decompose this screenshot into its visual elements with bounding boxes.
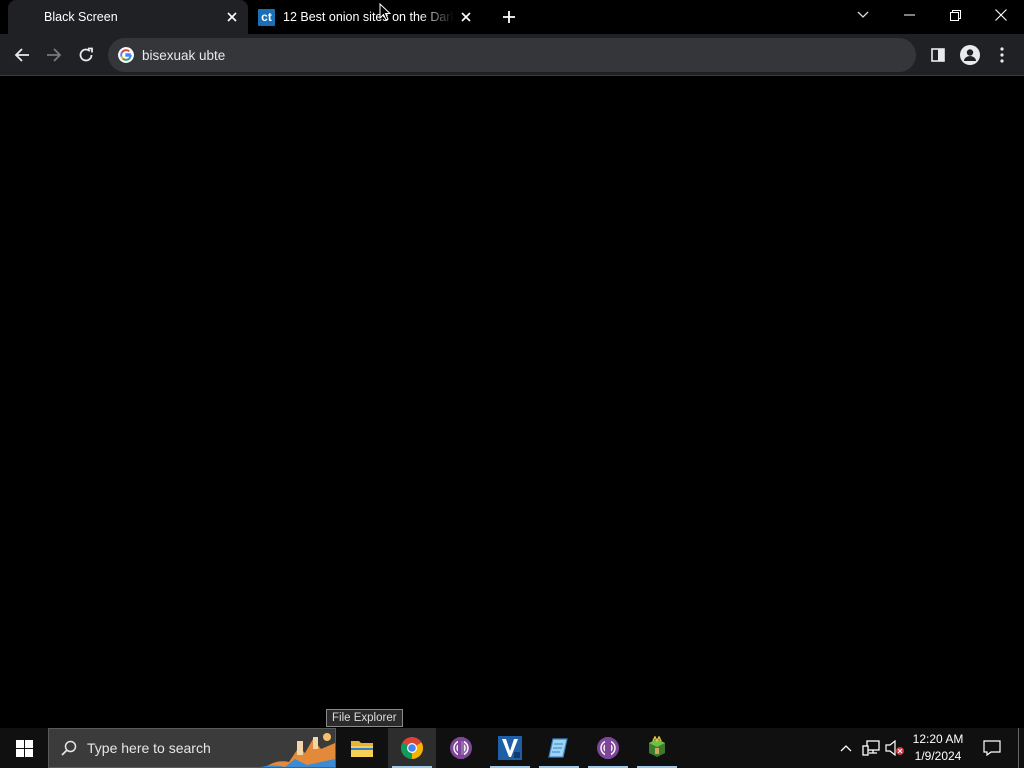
taskbar-tor-browser[interactable] xyxy=(437,728,485,768)
tab-strip: Black Screen ct 12 Best onion sites on t… xyxy=(0,0,1024,34)
back-button[interactable] xyxy=(8,41,36,69)
profile-button[interactable] xyxy=(956,41,984,69)
tab-search-button[interactable] xyxy=(840,0,886,30)
side-panel-icon xyxy=(931,48,945,62)
taskbar-file-explorer[interactable] xyxy=(338,728,386,768)
page-content xyxy=(0,77,1024,728)
notification-icon xyxy=(983,740,1001,756)
search-placeholder: Type here to search xyxy=(87,740,211,756)
close-window-button[interactable] xyxy=(978,0,1024,30)
taskbar-app[interactable] xyxy=(633,728,681,768)
notepad-icon xyxy=(548,738,568,758)
tooltip: File Explorer xyxy=(326,709,403,727)
volume-muted-icon xyxy=(885,740,904,756)
arrow-left-icon xyxy=(14,48,29,62)
menu-button[interactable] xyxy=(988,41,1016,69)
browser-toolbar: bisexuak ubte xyxy=(0,34,1024,76)
start-button[interactable] xyxy=(0,728,48,768)
show-hidden-icons-button[interactable] xyxy=(836,728,856,768)
action-center-button[interactable] xyxy=(978,728,1006,768)
taskbar-tor-browser-2[interactable] xyxy=(584,728,632,768)
avatar-icon xyxy=(960,45,980,65)
close-tab-icon[interactable] xyxy=(220,5,244,29)
plus-icon xyxy=(503,11,515,23)
veracrypt-icon xyxy=(498,736,522,760)
arrow-right-icon xyxy=(47,48,62,62)
network-button[interactable] xyxy=(860,728,882,768)
close-icon xyxy=(995,9,1007,21)
system-clock[interactable]: 12:20 AM 1/9/2024 xyxy=(906,731,970,765)
search-icon xyxy=(61,740,77,756)
taskbar-search-input[interactable]: Type here to search xyxy=(48,728,336,768)
address-bar-text[interactable]: bisexuak ubte xyxy=(142,48,225,63)
close-tab-icon[interactable] xyxy=(454,5,478,29)
google-icon xyxy=(118,47,134,63)
search-highlight-art-icon xyxy=(261,733,335,767)
folder-icon xyxy=(351,741,373,757)
taskbar-chrome[interactable] xyxy=(388,728,436,768)
restore-button[interactable] xyxy=(932,0,978,30)
site-favicon: ct xyxy=(258,8,275,26)
new-tab-button[interactable] xyxy=(497,5,521,29)
taskbar: Type here to search 12:20 AM 1/9/2024 xyxy=(0,728,1024,768)
clock-time: 12:20 AM xyxy=(912,732,964,746)
chevron-down-icon xyxy=(857,11,869,18)
taskbar-notepad[interactable] xyxy=(535,728,583,768)
tab-black-screen[interactable]: Black Screen xyxy=(8,0,248,34)
kebab-menu-icon xyxy=(1000,47,1004,63)
chrome-icon xyxy=(401,737,423,759)
reload-button[interactable] xyxy=(72,41,100,69)
network-icon xyxy=(862,740,880,756)
show-desktop-divider[interactable] xyxy=(1018,728,1019,768)
tab-title: 12 Best onion sites on the Dark Web xyxy=(283,10,454,24)
forward-button[interactable] xyxy=(40,41,68,69)
volume-button[interactable] xyxy=(884,728,906,768)
address-bar[interactable]: bisexuak ubte xyxy=(108,38,916,72)
app-icon xyxy=(649,736,665,757)
clock-date: 1/9/2024 xyxy=(914,749,962,763)
windows-logo-icon xyxy=(15,739,33,757)
chevron-up-icon xyxy=(840,745,852,752)
tab-onion-sites[interactable]: ct 12 Best onion sites on the Dark Web xyxy=(250,0,482,34)
tab-title: Black Screen xyxy=(44,10,118,24)
mouse-cursor-icon xyxy=(379,3,391,21)
side-panel-button[interactable] xyxy=(924,41,952,69)
tor-onion-icon xyxy=(597,737,619,759)
minimize-button[interactable] xyxy=(886,0,932,30)
tor-onion-icon xyxy=(450,737,472,759)
restore-icon xyxy=(949,9,961,21)
minimize-icon xyxy=(903,14,915,16)
reload-icon xyxy=(79,47,93,62)
taskbar-veracrypt[interactable] xyxy=(486,728,534,768)
